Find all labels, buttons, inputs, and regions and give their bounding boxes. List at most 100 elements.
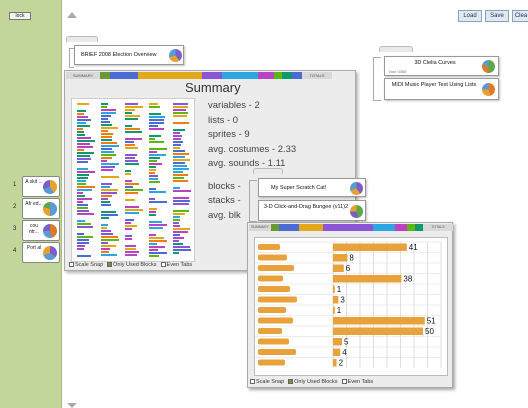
project-card-midi[interactable]: MIDI Music Player Test Using Lists bbox=[384, 78, 499, 100]
project-card-election[interactable]: BRIEF 2008 Election Overview bbox=[74, 45, 184, 65]
script-block-thumbnail bbox=[173, 156, 185, 158]
summary-tab[interactable]: SUMMARY bbox=[249, 224, 271, 231]
checkbox-icon[interactable] bbox=[160, 262, 166, 268]
script-block-thumbnail bbox=[77, 195, 85, 197]
script-block-thumbnail bbox=[173, 153, 189, 155]
scroll-down-arrow-icon[interactable] bbox=[67, 403, 77, 408]
count-label: 51 bbox=[427, 317, 436, 326]
project-card-clelia[interactable]: 3D Clelia Curves Non 0365 bbox=[384, 56, 499, 76]
group-bracket bbox=[249, 180, 257, 222]
slot-label: cou ntr... bbox=[29, 223, 39, 235]
script-block-thumbnail bbox=[101, 112, 116, 114]
scroll-up-arrow-icon[interactable] bbox=[67, 12, 77, 18]
checkbox-icon[interactable] bbox=[250, 379, 255, 385]
count-label: 6 bbox=[346, 264, 351, 273]
only-used-blocks-option[interactable]: Only Used Blocks bbox=[288, 379, 338, 385]
script-block-thumbnail bbox=[77, 161, 88, 163]
slot-2[interactable]: 2 Afr ed... bbox=[10, 198, 60, 219]
count-label: 1 bbox=[337, 285, 342, 294]
lock-button[interactable]: lock bbox=[9, 12, 31, 20]
load-button[interactable]: Load bbox=[458, 10, 482, 22]
slot-label: A skit ... bbox=[25, 179, 43, 185]
script-block-thumbnail bbox=[77, 174, 89, 176]
script-block-thumbnail bbox=[149, 240, 167, 242]
script-block-thumbnail bbox=[125, 228, 132, 230]
count-bar bbox=[333, 254, 348, 262]
script-block-thumbnail bbox=[77, 198, 92, 200]
script-block-thumbnail bbox=[173, 225, 180, 227]
script-block-thumbnail bbox=[173, 115, 187, 117]
script-block-thumbnail bbox=[149, 163, 162, 165]
script-block-thumbnail bbox=[125, 144, 135, 146]
count-label: 41 bbox=[409, 243, 418, 252]
script-block-thumbnail bbox=[149, 201, 167, 203]
option-label: Only Used Blocks bbox=[113, 262, 157, 268]
script-block-thumbnail bbox=[77, 113, 84, 115]
script-block-thumbnail bbox=[149, 119, 164, 121]
count-label: 38 bbox=[403, 275, 412, 284]
script-block-thumbnail bbox=[101, 118, 108, 120]
checkbox-checked-icon[interactable] bbox=[107, 262, 113, 268]
clear-button[interactable]: Clea bbox=[512, 10, 528, 22]
summary-tab[interactable]: SUMMARY bbox=[66, 72, 100, 79]
slot-3[interactable]: 3 cou ntr... bbox=[10, 220, 60, 241]
script-block-thumbnail bbox=[173, 122, 189, 124]
script-block-thumbnail bbox=[101, 242, 108, 244]
project-card-bungee[interactable]: 3-D Click-and-Drag Bungee (v11)2 bbox=[258, 200, 366, 221]
scale-snap-option[interactable]: Scale Snap bbox=[250, 379, 284, 385]
script-block-thumbnail bbox=[173, 147, 180, 149]
script-block-thumbnail bbox=[149, 188, 156, 190]
checkbox-checked-icon[interactable] bbox=[288, 379, 294, 385]
script-block-thumbnail bbox=[173, 144, 181, 146]
slot-card[interactable]: Port al bbox=[22, 242, 60, 263]
project-card-scratch-cat[interactable]: My Super Scratch Cat! bbox=[258, 178, 366, 197]
script-block-thumbnail bbox=[101, 160, 107, 162]
script-block-thumbnail bbox=[173, 171, 183, 173]
script-block-thumbnail bbox=[125, 235, 132, 237]
script-block-thumbnail bbox=[173, 243, 183, 245]
script-block-thumbnail bbox=[101, 211, 116, 213]
script-block-thumbnail bbox=[101, 151, 114, 153]
even-tabs-option[interactable]: Even Tabs bbox=[160, 262, 192, 268]
script-block-thumbnail bbox=[77, 220, 85, 222]
only-used-blocks-option[interactable]: Only Used Blocks bbox=[107, 262, 157, 268]
script-block-thumbnail bbox=[125, 238, 132, 240]
checkbox-icon[interactable] bbox=[69, 262, 74, 268]
project-strip: lock 1 A skit ... 2 Afr ed... 3 cou ntr.… bbox=[0, 0, 62, 408]
script-block-thumbnail bbox=[101, 239, 119, 241]
totals-tab[interactable]: TOTALS bbox=[423, 224, 453, 231]
script-block-thumbnail bbox=[149, 125, 158, 127]
block-counts-panel[interactable]: SUMMARY TOTALS 41 8 6 38 1 3 1 51 50 5 4 2 Scale Sn… bbox=[247, 222, 453, 388]
count-bar bbox=[333, 296, 339, 304]
block-label-pill bbox=[258, 328, 282, 334]
script-block-thumbnail bbox=[149, 246, 165, 248]
slot-card[interactable]: cou ntr... bbox=[22, 220, 60, 241]
script-block-thumbnail bbox=[101, 195, 112, 197]
script-block-thumbnail bbox=[101, 106, 107, 108]
script-block-thumbnail bbox=[77, 122, 86, 124]
script-block-thumbnail bbox=[101, 121, 110, 123]
checkbox-icon[interactable] bbox=[341, 379, 347, 385]
save-button[interactable]: Save bbox=[485, 10, 509, 22]
script-thumbnails-graphic bbox=[77, 103, 191, 257]
script-block-thumbnail bbox=[77, 155, 90, 157]
script-block-thumbnail bbox=[125, 189, 143, 191]
slot-1[interactable]: 1 A skit ... bbox=[10, 176, 60, 197]
script-block-thumbnail bbox=[173, 168, 189, 170]
script-block-thumbnail bbox=[173, 252, 179, 254]
script-block-thumbnail bbox=[149, 151, 157, 153]
script-block-thumbnail bbox=[149, 224, 167, 226]
totals-tab[interactable]: TOTALS bbox=[302, 72, 332, 79]
scale-snap-option[interactable]: Scale Snap bbox=[69, 262, 103, 268]
slot-card[interactable]: Afr ed... bbox=[22, 198, 60, 219]
count-bar bbox=[333, 243, 407, 251]
slot-4[interactable]: 4 Port al bbox=[10, 242, 60, 263]
count-bar bbox=[333, 264, 344, 272]
slot-card[interactable]: A skit ... bbox=[22, 176, 60, 197]
even-tabs-option[interactable]: Even Tabs bbox=[341, 379, 373, 385]
script-block-thumbnail bbox=[173, 103, 188, 105]
option-label: Only Used Blocks bbox=[294, 379, 338, 385]
script-block-thumbnail bbox=[125, 128, 140, 130]
script-block-thumbnail bbox=[125, 209, 143, 211]
project-title: 3D Clelia Curves bbox=[414, 60, 456, 66]
